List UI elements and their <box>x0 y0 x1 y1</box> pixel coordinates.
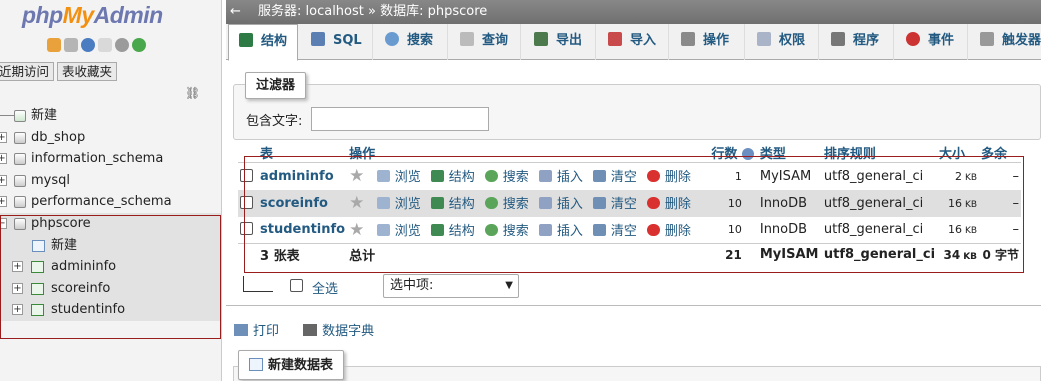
docs-icon[interactable] <box>98 38 112 52</box>
filter-label: 包含文字: <box>246 114 303 129</box>
query-icon <box>460 32 474 46</box>
tab-privileges[interactable]: 权限 <box>745 24 819 60</box>
check-all-arrow-icon <box>243 276 273 292</box>
tab-routines[interactable]: 程序 <box>819 24 894 60</box>
tree-db-item[interactable]: + information_schema <box>0 148 221 170</box>
dictionary-icon <box>303 324 318 336</box>
triggers-icon <box>980 32 994 46</box>
import-icon <box>608 32 622 46</box>
filter-input[interactable] <box>311 107 489 131</box>
expand-icon[interactable]: + <box>0 174 7 186</box>
expand-icon[interactable]: + <box>0 196 7 208</box>
check-all-label[interactable]: 全选 <box>312 278 338 297</box>
print-link[interactable]: 打印 <box>234 324 289 339</box>
tab-import[interactable]: 导入 <box>596 24 669 60</box>
wrench-icon <box>681 32 695 46</box>
highlight-annotation-box <box>0 215 221 339</box>
collapse-left-icon[interactable]: ← <box>230 0 244 24</box>
tab-export[interactable]: 导出 <box>522 24 596 60</box>
tab-events[interactable]: 事件 <box>894 24 968 60</box>
tab-operations[interactable]: 操作 <box>669 24 745 60</box>
reload-icon[interactable] <box>132 38 146 52</box>
tab-search[interactable]: 搜索 <box>373 24 448 60</box>
expand-icon[interactable]: + <box>0 153 7 165</box>
navigation-panel: phpMyAdmin 近期访问 表收藏夹 ⛓ 新建 + db_shop <box>0 0 222 381</box>
tab-sql[interactable]: SQL <box>301 24 373 60</box>
link-icon[interactable]: ⛓ <box>185 86 200 100</box>
quick-icons <box>47 38 146 52</box>
tab-structure[interactable]: 结构 <box>228 24 298 61</box>
print-links: 打印 数据字典 <box>234 320 394 339</box>
tab-query[interactable]: 查询 <box>448 24 521 60</box>
tree-new-db[interactable]: 新建 <box>0 105 221 127</box>
tree-db-item[interactable]: + performance_schema <box>0 191 221 213</box>
database-icon <box>14 196 26 209</box>
favorites-tab[interactable]: 表收藏夹 <box>57 62 118 81</box>
phpmyadmin-logo[interactable]: phpMyAdmin <box>22 2 163 29</box>
chevron-down-icon: ▼ <box>505 280 513 291</box>
divider <box>226 305 1041 306</box>
database-icon <box>14 153 26 166</box>
home-icon[interactable] <box>47 38 61 52</box>
tab-triggers[interactable]: 触发器 <box>968 24 1041 60</box>
recent-favorite-tabs: 近期访问 表收藏夹 <box>0 62 120 81</box>
help-icon[interactable] <box>81 38 95 52</box>
new-db-icon <box>14 110 26 122</box>
sql-icon <box>311 32 325 46</box>
database-icon <box>14 174 26 187</box>
breadcrumb[interactable]: 服务器: localhost » 数据库: phpscore <box>258 0 487 24</box>
highlight-annotation-box <box>244 156 1024 273</box>
gear-icon[interactable] <box>115 38 129 52</box>
database-icon <box>14 131 26 144</box>
data-dictionary-link[interactable]: 数据字典 <box>303 324 384 339</box>
with-selected-select[interactable]: 选中项: ▼ <box>383 274 519 298</box>
check-all-checkbox[interactable] <box>290 279 303 292</box>
expand-icon[interactable]: + <box>0 131 7 143</box>
routines-icon <box>831 32 845 46</box>
new-table-fieldset <box>233 366 1041 381</box>
recent-tab[interactable]: 近期访问 <box>0 62 55 81</box>
breadcrumb-bar: ← 服务器: localhost » 数据库: phpscore <box>226 0 1041 24</box>
privileges-icon <box>757 32 771 46</box>
print-icon <box>234 324 248 336</box>
new-table-icon <box>249 358 263 371</box>
tree-db-item[interactable]: + db_shop <box>0 127 221 149</box>
main-tabs: 结构 SQL 搜索 查询 导出 导入 操作 权限 程序 事件 触发器 <box>226 24 1041 61</box>
filter-legend: 过滤器 <box>245 72 307 99</box>
logout-icon[interactable] <box>64 38 78 52</box>
app: phpMyAdmin 近期访问 表收藏夹 ⛓ 新建 + db_shop <box>0 0 1041 381</box>
structure-icon <box>239 33 253 47</box>
search-icon <box>385 32 399 46</box>
new-table-legend[interactable]: 新建数据表 <box>238 350 345 380</box>
tree-db-item[interactable]: + mysql <box>0 170 221 192</box>
clock-icon <box>906 32 920 46</box>
export-icon <box>534 32 548 46</box>
